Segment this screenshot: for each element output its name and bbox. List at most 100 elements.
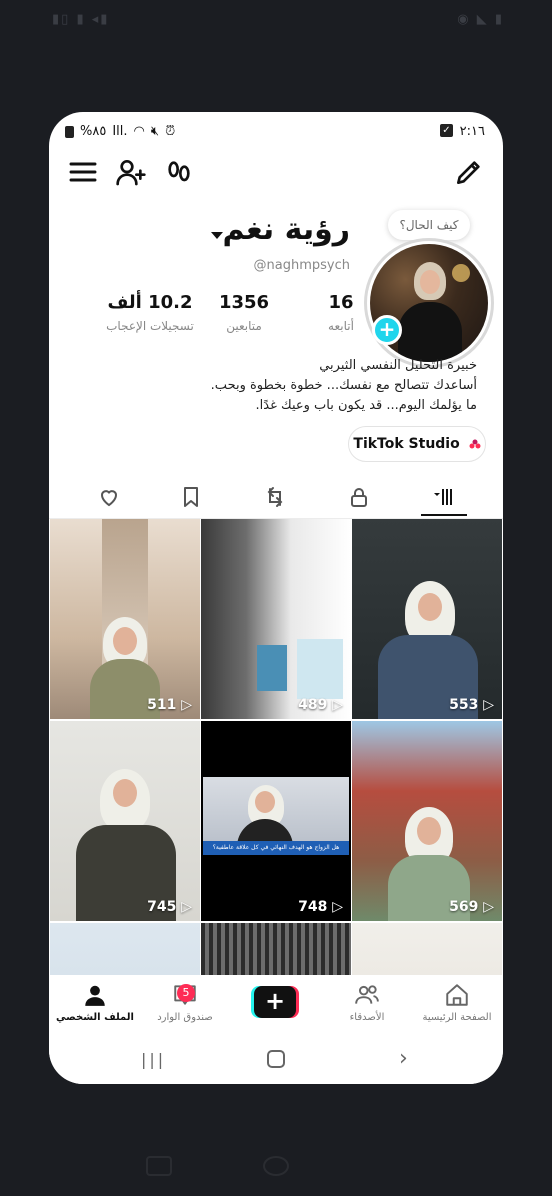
lock-icon: [351, 488, 367, 507]
home-button-icon[interactable]: [267, 1050, 285, 1068]
repost-icon: [267, 487, 283, 507]
video-view-count: 569 ▷: [449, 899, 494, 915]
tiktok-studio-label: TikTok Studio: [353, 436, 460, 452]
video-thumbnail[interactable]: 553 ▷: [352, 519, 502, 719]
nav-inbox-label: صندوق الوارد: [157, 1012, 213, 1023]
stat-following-value: 16: [328, 292, 354, 313]
avatar-face: [420, 270, 440, 294]
create-button[interactable]: +: [251, 986, 299, 1018]
active-tab-indicator: [421, 514, 467, 516]
bookmark-icon: [184, 487, 198, 507]
tab-liked[interactable]: [79, 477, 139, 517]
inbox-badge: 5: [177, 984, 195, 1002]
nav-friends[interactable]: الأصدقاء: [327, 982, 407, 1023]
avatar-body: [398, 302, 462, 362]
checkbox-notification-icon: ✓: [440, 124, 453, 137]
tab-reposts[interactable]: [245, 477, 305, 517]
tab-private[interactable]: [329, 477, 389, 517]
account-switch-chevron-icon[interactable]: [211, 232, 223, 239]
recent-apps-icon[interactable]: |||: [141, 1050, 166, 1069]
plus-icon: +: [254, 986, 296, 1018]
outer-status-bar: ▮▯ ▮ ◂▮ ◉ ◣ ▮: [0, 8, 552, 32]
add-friend-icon[interactable]: [115, 156, 147, 188]
mute-icon: 🔇︎: [150, 124, 160, 139]
stat-followers[interactable]: 1356 متابعين: [209, 292, 279, 333]
phone-screen: %٨٥ Ill. ◠ 🔇︎ ⏰︎ ✓ ٢:١٦ كيف الحال؟ + رؤي…: [49, 112, 503, 1084]
video-view-count: 745 ▷: [147, 899, 192, 915]
stat-likes-label: تسجيلات الإعجاب: [106, 319, 194, 333]
friends-icon: [355, 985, 379, 1004]
grid-icon: [434, 489, 452, 505]
video-thumbnail[interactable]: 569 ▷: [352, 721, 502, 921]
battery-level: %٨٥: [80, 124, 107, 139]
home-icon: [446, 984, 468, 1006]
tiktok-studio-button[interactable]: TikTok Studio: [348, 426, 486, 462]
alarm-icon: ⏰︎: [165, 124, 176, 139]
clock: ٢:١٦: [459, 124, 485, 139]
edit-pencil-icon[interactable]: [453, 156, 485, 188]
video-thumbnail[interactable]: [50, 923, 200, 975]
outer-recent-icon: [146, 1156, 172, 1176]
avatar-lamp: [452, 264, 470, 282]
stat-following[interactable]: 16 أتابعه: [311, 292, 371, 333]
tab-favorites[interactable]: [161, 477, 221, 517]
stat-likes[interactable]: 10.2 ألف تسجيلات الإعجاب: [95, 292, 205, 333]
person-face: [113, 779, 137, 807]
video-thumbnail[interactable]: 489 ▷: [201, 519, 351, 719]
profile-icon: [85, 985, 105, 1006]
status-bar: %٨٥ Ill. ◠ 🔇︎ ⏰︎ ✓ ٢:١٦: [49, 112, 503, 152]
nav-home[interactable]: الصفحة الرئيسية: [417, 982, 497, 1023]
video-grid: 511 ▷ 489 ▷ 553 ▷ 745 ▷ هل الزواج هو اله…: [49, 519, 503, 975]
video-thumbnail[interactable]: 745 ▷: [50, 721, 200, 921]
stat-followers-value: 1356: [218, 292, 270, 313]
stat-following-label: أتابعه: [328, 319, 354, 333]
status-bubble[interactable]: كيف الحال؟: [388, 210, 470, 240]
back-icon[interactable]: ›: [399, 1046, 408, 1071]
bio-line: خبيرة التحليل النفسي الثيربي: [319, 358, 477, 373]
nav-home-label: الصفحة الرئيسية: [422, 1012, 492, 1023]
nav-profile-label: الملف الشخصي: [56, 1012, 134, 1023]
studio-icon: [469, 439, 481, 449]
signal-icon: Ill.: [112, 124, 128, 139]
add-story-plus-icon[interactable]: +: [372, 315, 402, 345]
content-tabs: [49, 477, 503, 517]
video-thumbnail[interactable]: هل الزواج هو الهدف النهائي في كل علاقة ع…: [201, 721, 351, 921]
status-icons: %٨٥ Ill. ◠ 🔇︎ ⏰︎: [65, 124, 175, 139]
profile-name: رؤية نغم: [222, 212, 350, 247]
stat-likes-value: 10.2 ألف: [107, 292, 193, 313]
bottom-nav: الصفحة الرئيسية الأصدقاء + 5 صندوق الوار…: [49, 976, 503, 1038]
profile-bio: خبيرة التحليل النفسي الثيربي أساعدك تتصا…: [177, 356, 477, 416]
outer-back-icon: [380, 1156, 406, 1176]
video-thumbnail[interactable]: [352, 923, 502, 975]
profile-handle: @naghmpsych: [253, 258, 350, 273]
tab-videos[interactable]: [414, 477, 474, 517]
profile-toolbar: [49, 156, 503, 200]
stat-followers-label: متابعين: [226, 319, 262, 333]
outer-status-icons: ▮▯ ▮ ◂▮: [52, 12, 110, 27]
video-thumbnail[interactable]: [201, 923, 351, 975]
person-face: [255, 791, 275, 813]
bio-line: ما يؤلمك اليوم... قد يكون باب وعيك غدًا.: [255, 398, 477, 413]
person-face: [418, 593, 442, 621]
person-face: [417, 817, 441, 845]
battery-icon: [65, 125, 74, 138]
person-face: [113, 627, 137, 655]
wifi-icon: ◠: [133, 124, 145, 139]
tv-caption: هل الزواج هو الهدف النهائي في كل علاقة ع…: [203, 841, 349, 855]
heart-icon: [100, 490, 118, 507]
footprints-icon[interactable]: [163, 156, 195, 188]
nav-friends-label: الأصدقاء: [349, 1012, 385, 1023]
system-nav: ||| ›: [49, 1038, 503, 1084]
video-view-count: 489 ▷: [298, 697, 343, 713]
bio-line: أساعدك تتصالح مع نفسك... خطوة بخطوة وبحب…: [210, 378, 477, 393]
outer-home-icon: [263, 1156, 289, 1176]
video-thumbnail[interactable]: 511 ▷: [50, 519, 200, 719]
video-view-count: 511 ▷: [147, 697, 192, 713]
nav-inbox[interactable]: 5 صندوق الوارد: [145, 982, 225, 1023]
outer-system-nav: [0, 1148, 552, 1188]
video-view-count: 553 ▷: [449, 697, 494, 713]
menu-icon[interactable]: [67, 156, 99, 188]
outer-status-icons-right: ◉ ◣ ▮: [457, 12, 504, 27]
nav-profile[interactable]: الملف الشخصي: [55, 982, 135, 1023]
poster: [297, 639, 343, 699]
